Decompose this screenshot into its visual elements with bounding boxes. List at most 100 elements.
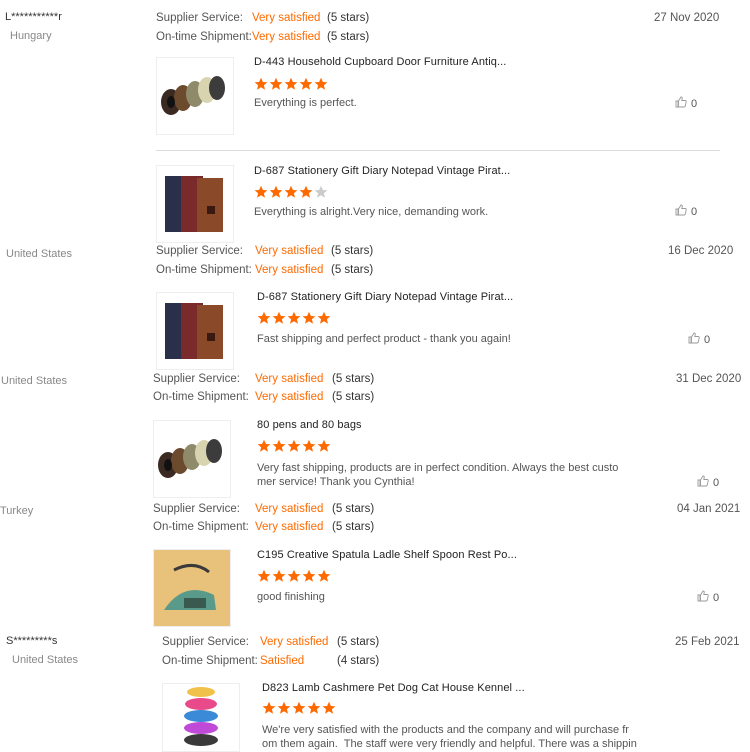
product-thumbnail[interactable] xyxy=(156,165,234,243)
supplier-service-rating: Very satisfied xyxy=(260,636,329,648)
shipment-stars: (5 stars) xyxy=(332,521,375,533)
item-star-rating xyxy=(254,185,328,199)
star-filled-icon xyxy=(254,77,268,90)
product-title-link[interactable]: D-687 Stationery Gift Diary Notepad Vint… xyxy=(254,165,510,177)
item-star-rating xyxy=(257,439,331,453)
shipment-label: On-time Shipment: xyxy=(156,31,252,43)
thumbs-up-icon xyxy=(675,204,687,219)
star-filled-icon xyxy=(317,439,331,452)
star-filled-icon xyxy=(284,77,298,90)
like-count: 0 xyxy=(691,205,698,218)
supplier-service-stars: (5 stars) xyxy=(327,12,370,24)
supplier-service-label: Supplier Service: xyxy=(156,245,243,257)
product-thumbnail[interactable] xyxy=(156,292,234,370)
supplier-service-rating: Very satisfied xyxy=(255,245,324,257)
supplier-service-stars: (5 stars) xyxy=(337,636,380,648)
like-button[interactable]: 0 xyxy=(688,332,710,347)
thumbs-up-icon xyxy=(675,96,687,111)
shipment-rating: Very satisfied xyxy=(255,391,324,403)
shipment-rating: Very satisfied xyxy=(255,264,324,276)
review-text: Fast shipping and perfect product - than… xyxy=(257,333,511,345)
buyer-name: S*********s xyxy=(6,635,58,647)
star-filled-icon xyxy=(257,439,271,452)
product-thumbnail[interactable] xyxy=(153,420,231,498)
star-filled-icon xyxy=(269,185,283,198)
supplier-service-label: Supplier Service: xyxy=(153,503,240,515)
like-button[interactable]: 0 xyxy=(697,475,719,490)
supplier-service-label: Supplier Service: xyxy=(153,373,240,385)
review-date: 16 Dec 2020 xyxy=(668,245,734,257)
buyer-country: Turkey xyxy=(0,505,34,517)
supplier-service-rating: Very satisfied xyxy=(255,503,324,515)
like-count: 0 xyxy=(704,333,711,346)
product-thumbnail[interactable] xyxy=(162,683,240,752)
item-star-rating xyxy=(254,77,328,91)
star-filled-icon xyxy=(287,569,301,582)
shipment-label: On-time Shipment: xyxy=(162,655,258,667)
item-star-rating xyxy=(257,569,331,583)
shipment-stars: (4 stars) xyxy=(337,655,380,667)
buyer-country: Hungary xyxy=(10,30,52,42)
product-image xyxy=(154,421,230,497)
review-text: good finishing xyxy=(257,591,325,603)
product-title-link[interactable]: D823 Lamb Cashmere Pet Dog Cat House Ken… xyxy=(262,682,525,694)
shipment-rating: Satisfied xyxy=(260,655,305,667)
item-star-rating xyxy=(262,701,336,715)
thumbs-up-icon xyxy=(688,332,700,347)
star-filled-icon xyxy=(302,569,316,582)
product-thumbnail[interactable] xyxy=(156,57,234,135)
supplier-service-rating: Very satisfied xyxy=(252,12,321,24)
supplier-service-stars: (5 stars) xyxy=(332,373,375,385)
shipment-rating: Very satisfied xyxy=(255,521,324,533)
product-title-link[interactable]: C195 Creative Spatula Ladle Shelf Spoon … xyxy=(257,549,517,561)
star-filled-icon xyxy=(254,185,268,198)
review-text: Everything is alright.Very nice, demandi… xyxy=(254,206,489,218)
star-filled-icon xyxy=(272,439,286,452)
star-filled-icon xyxy=(292,701,306,714)
star-filled-icon xyxy=(317,569,331,582)
shipment-rating: Very satisfied xyxy=(252,31,321,43)
star-filled-icon xyxy=(307,701,321,714)
star-filled-icon xyxy=(269,77,283,90)
review-date: 25 Feb 2021 xyxy=(675,636,740,648)
like-count: 0 xyxy=(713,476,720,489)
supplier-service-stars: (5 stars) xyxy=(332,503,375,515)
star-filled-icon xyxy=(287,439,301,452)
shipment-stars: (5 stars) xyxy=(331,264,374,276)
star-filled-icon xyxy=(299,185,313,198)
like-count: 0 xyxy=(691,97,698,110)
product-thumbnail[interactable] xyxy=(153,549,231,627)
review-text: Everything is perfect. xyxy=(254,97,357,109)
product-image xyxy=(157,166,233,242)
shipment-stars: (5 stars) xyxy=(327,31,370,43)
product-title-link[interactable]: D-687 Stationery Gift Diary Notepad Vint… xyxy=(257,291,513,303)
like-button[interactable]: 0 xyxy=(697,590,719,605)
shipment-stars: (5 stars) xyxy=(332,391,375,403)
buyer-country: United States xyxy=(1,375,68,387)
supplier-service-stars: (5 stars) xyxy=(331,245,374,257)
item-divider xyxy=(156,150,720,151)
review-date: 31 Dec 2020 xyxy=(676,373,742,385)
star-filled-icon xyxy=(299,77,313,90)
product-title-link[interactable]: D-443 Household Cupboard Door Furniture … xyxy=(254,56,506,68)
buyer-name: L***********r xyxy=(5,11,62,23)
like-button[interactable]: 0 xyxy=(675,96,697,111)
like-button[interactable]: 0 xyxy=(675,204,697,219)
star-filled-icon xyxy=(277,701,291,714)
product-image xyxy=(157,293,233,369)
star-filled-icon xyxy=(317,311,331,324)
buyer-country: United States xyxy=(12,654,79,666)
thumbs-up-icon xyxy=(697,475,709,490)
star-empty-icon xyxy=(314,185,328,198)
shipment-label: On-time Shipment: xyxy=(153,391,249,403)
star-filled-icon xyxy=(322,701,336,714)
star-filled-icon xyxy=(257,311,271,324)
product-image xyxy=(163,684,239,751)
product-title-link[interactable]: 80 pens and 80 bags xyxy=(257,419,362,431)
supplier-service-rating: Very satisfied xyxy=(255,373,324,385)
buyer-country: United States xyxy=(6,248,73,260)
thumbs-up-icon xyxy=(697,590,709,605)
star-filled-icon xyxy=(272,311,286,324)
star-filled-icon xyxy=(257,569,271,582)
like-count: 0 xyxy=(713,591,720,604)
